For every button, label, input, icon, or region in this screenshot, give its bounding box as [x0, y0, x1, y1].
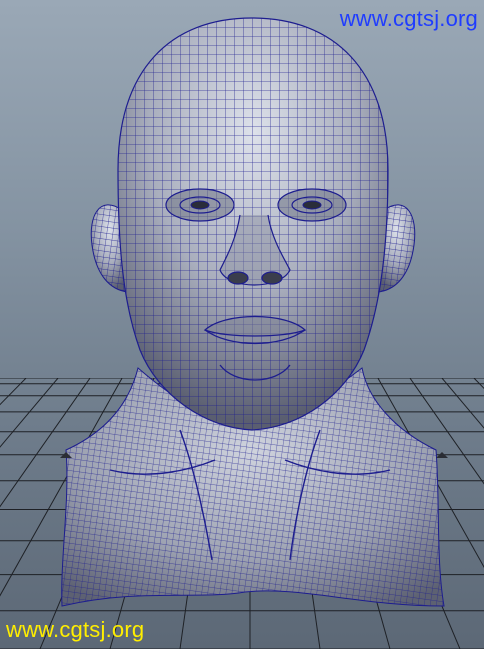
grid-line [0, 378, 27, 406]
watermark-bottom-left: www.cgtsj.org [6, 617, 145, 642]
watermark-top-right: www.cgtsj.org [339, 6, 478, 31]
grid-line [0, 378, 59, 448]
viewport-scene[interactable] [0, 0, 484, 649]
left-eye-region [165, 188, 235, 222]
3d-viewport[interactable]: www.cgtsj.org www.cgtsj.org [0, 0, 484, 649]
right-eye-region [277, 188, 347, 222]
grid-line [441, 378, 484, 429]
grid-line [473, 378, 484, 389]
